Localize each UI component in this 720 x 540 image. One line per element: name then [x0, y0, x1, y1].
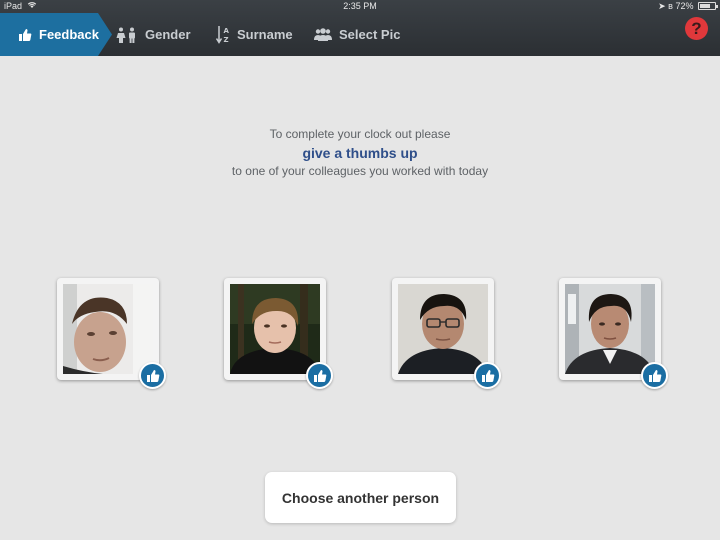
thumbs-up-icon	[481, 369, 494, 382]
instructions: To complete your clock out please give a…	[0, 126, 720, 179]
group-icon	[314, 27, 332, 42]
person-photo[interactable]	[565, 284, 655, 374]
person-photo[interactable]	[398, 284, 488, 374]
thumbs-up-button[interactable]	[474, 362, 501, 389]
thumbs-up-icon	[18, 28, 32, 42]
thumbs-up-button[interactable]	[641, 362, 668, 389]
top-bar: iPad 2:35 PM ➤ ʙ 72% Feedback Gender A Z…	[0, 0, 720, 56]
battery-icon	[698, 2, 718, 10]
instruction-highlight: give a thumbs up	[302, 145, 418, 161]
nav-bar: Feedback Gender AZ Surname Select Pic ?	[0, 13, 720, 56]
tab-gender[interactable]: Gender	[116, 13, 191, 56]
person-photo[interactable]	[63, 284, 153, 374]
svg-text:A: A	[224, 27, 230, 35]
person-card[interactable]	[392, 278, 501, 389]
choose-another-person-button[interactable]: Choose another person	[265, 472, 456, 523]
instruction-line-1: To complete your clock out please	[269, 127, 451, 141]
location-icon: ➤	[658, 1, 666, 11]
thumbs-up-icon	[313, 369, 326, 382]
thumbs-up-button[interactable]	[139, 362, 166, 389]
sort-az-icon: AZ	[216, 25, 230, 44]
thumbs-up-button[interactable]	[306, 362, 333, 389]
tab-label: Select Pic	[339, 27, 401, 42]
thumbs-up-icon	[146, 369, 159, 382]
help-button[interactable]: ?	[685, 17, 708, 40]
person-photo[interactable]	[230, 284, 320, 374]
status-bar: iPad 2:35 PM ➤ ʙ 72%	[0, 0, 720, 13]
svg-text:Z: Z	[224, 36, 229, 44]
status-right: ➤ ʙ 72%	[658, 0, 718, 13]
status-time: 2:35 PM	[343, 1, 377, 11]
battery-percent: 72%	[675, 1, 694, 11]
tab-surname[interactable]: AZ Surname	[216, 13, 293, 56]
instruction-line-3: to one of your colleagues you worked wit…	[231, 164, 489, 178]
tab-feedback[interactable]: Feedback	[0, 13, 112, 56]
tab-select-pic[interactable]: Select Pic	[314, 13, 400, 56]
tab-label: Surname	[237, 27, 293, 42]
tab-label: Gender	[145, 27, 191, 42]
person-card[interactable]	[559, 278, 668, 389]
gender-icon	[116, 27, 138, 43]
person-card[interactable]	[224, 278, 333, 389]
tab-label: Feedback	[39, 27, 99, 42]
person-card[interactable]	[57, 278, 166, 389]
thumbs-up-icon	[648, 369, 661, 382]
bluetooth-icon: ʙ	[668, 1, 673, 11]
